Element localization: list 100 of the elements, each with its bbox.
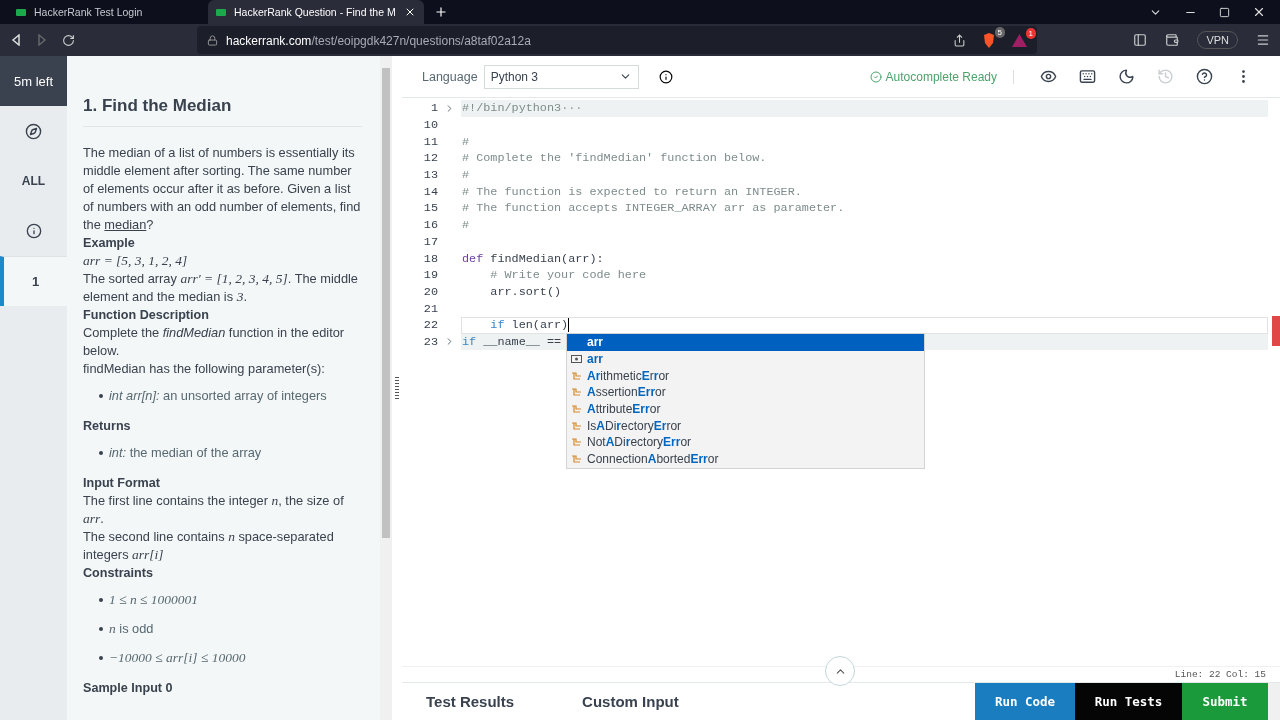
variable-icon [570, 355, 582, 364]
code-line: # The function is expected to return an INTEGER. [462, 184, 802, 199]
class-icon [570, 437, 582, 448]
code-line: # [462, 168, 470, 183]
count-badge: 1 [1025, 27, 1036, 39]
menu-icon[interactable] [1256, 33, 1270, 47]
description-text: The sorted array arr′ = [1, 2, 3, 4, 5]. The middle element and the median is 3. [83, 270, 359, 306]
favicon-icon [16, 8, 26, 16]
section-heading: Constraints [83, 565, 154, 582]
suggestion-item[interactable]: ConnectionAbortedError [567, 450, 924, 468]
class-icon [570, 404, 582, 415]
panel-tab[interactable]: Custom Input [558, 683, 703, 720]
description-text: findMedian has the following parameter(s): [83, 360, 326, 378]
bullet-text: int: the median of the array [109, 444, 262, 462]
line-number: 18 [422, 251, 438, 266]
line-number: 20 [422, 284, 438, 299]
median-link[interactable]: median [104, 217, 147, 232]
section-heading: Input Format [83, 475, 161, 492]
count-badge: 5 [994, 26, 1005, 38]
suggestion-item[interactable]: arr [567, 334, 924, 351]
suggestion-item[interactable]: ArithmeticError [567, 367, 924, 385]
browser-tab[interactable]: HackerRank Test Login [8, 0, 208, 24]
maximize-icon[interactable] [1219, 6, 1230, 18]
code-line: def findMedian(arr): [462, 251, 604, 266]
suggestion-item[interactable]: NotADirectoryError [567, 434, 924, 451]
timer-text: 5m left [0, 56, 67, 106]
moon-icon[interactable] [1118, 68, 1135, 85]
line-number: 22 [422, 318, 438, 333]
code-line: # Write your code here [489, 268, 647, 283]
help-icon[interactable] [1196, 68, 1213, 85]
line-number: 1 [429, 101, 438, 116]
section-heading: Returns [83, 418, 132, 435]
sidebar-icon[interactable] [1133, 33, 1148, 47]
description-text: Complete the findMedian function in the editor below. [83, 324, 346, 360]
suggestion-item[interactable]: AssertionError [567, 384, 924, 401]
code-line: if __name__ == [462, 334, 562, 349]
wallet-icon[interactable] [1165, 33, 1180, 47]
cursor-position: Line: 22 Col: 15 [1174, 669, 1266, 680]
keyboard-icon[interactable] [1079, 68, 1096, 85]
code-line: # The function accepts INTEGER_ARRAY arr as parameter. [462, 201, 845, 216]
code-line: #!/bin/python3··· [462, 101, 583, 116]
scrollbar[interactable] [380, 56, 392, 720]
new-tab-icon[interactable] [433, 5, 448, 19]
error-marker [1272, 316, 1280, 346]
section-heading: Sample Input 0 [83, 680, 174, 697]
info-icon[interactable] [25, 223, 42, 239]
bullet-text: n is odd [109, 620, 154, 638]
info-icon[interactable] [658, 69, 673, 84]
code-line: arr.sort() [489, 284, 562, 299]
panel-tab[interactable]: Test Results [402, 683, 539, 720]
description-text: arr = [5, 3, 1, 2, 4] [83, 252, 189, 270]
line-number: 15 [422, 201, 438, 216]
line-number: 13 [422, 168, 438, 183]
url-text[interactable]: hackerrank.com/test/eoipgdk427n/questions/a8taf02a12a [226, 31, 531, 49]
run-code-button[interactable]: Run Code [975, 683, 1075, 720]
bullet-text: int arr[n]: an unsorted array of integers [109, 387, 327, 405]
browser-tab[interactable]: HackerRank Question - Find the M [208, 0, 424, 24]
submit-button[interactable]: Submit [1182, 683, 1268, 720]
eye-icon[interactable] [1040, 68, 1057, 85]
code-line: # [462, 218, 470, 233]
status-text: Autocomplete Ready [885, 69, 997, 84]
drag-handle-icon[interactable] [395, 376, 399, 400]
close-icon[interactable] [1252, 5, 1266, 19]
back-icon[interactable] [10, 34, 22, 46]
section-heading: Function Description [83, 307, 210, 324]
code-line: if len(arr) [489, 318, 569, 333]
line-number: 17 [422, 234, 438, 249]
scrollbar[interactable] [1268, 683, 1280, 720]
share-icon[interactable] [953, 33, 966, 47]
line-number: 21 [422, 301, 438, 316]
suggestion-item[interactable]: arr [567, 350, 924, 368]
suggestion-item[interactable]: IsADirectoryError [567, 417, 924, 435]
class-icon [570, 454, 582, 465]
bullet-icon [99, 656, 103, 660]
bullet-icon [99, 598, 103, 602]
lock-icon [207, 34, 218, 46]
favicon-icon [216, 8, 226, 16]
language-label: Language [422, 69, 478, 84]
question-tab[interactable]: 1 [0, 256, 67, 306]
suggestion-item[interactable]: AttributeError [567, 400, 924, 418]
shield-icon[interactable] [982, 32, 996, 48]
line-number: 12 [422, 151, 438, 166]
run-tests-button[interactable]: Run Tests [1075, 683, 1182, 720]
bullet-icon [99, 627, 103, 631]
problem-title: 1. Find the Median [83, 56, 362, 127]
compass-icon[interactable] [25, 122, 42, 140]
line-number: 16 [422, 218, 438, 233]
bullet-text: 1 ≤ n ≤ 1000001 [109, 591, 199, 609]
line-number: 14 [422, 184, 438, 199]
class-icon [570, 420, 582, 431]
description-text: The first line contains the integer n, the size of arr. [83, 492, 345, 528]
text-cursor [568, 318, 570, 333]
reload-icon[interactable] [62, 33, 75, 47]
code-line: # Complete the 'findMedian' function below. [462, 151, 767, 166]
section-heading: Example [83, 235, 136, 252]
class-icon [570, 370, 582, 381]
bullet-text: −10000 ≤ arr[i] ≤ 10000 [109, 649, 246, 667]
filter-all-link[interactable]: ALL [21, 174, 46, 188]
language-select[interactable]: Python 3 [483, 64, 639, 89]
line-number: 23 [422, 334, 438, 349]
